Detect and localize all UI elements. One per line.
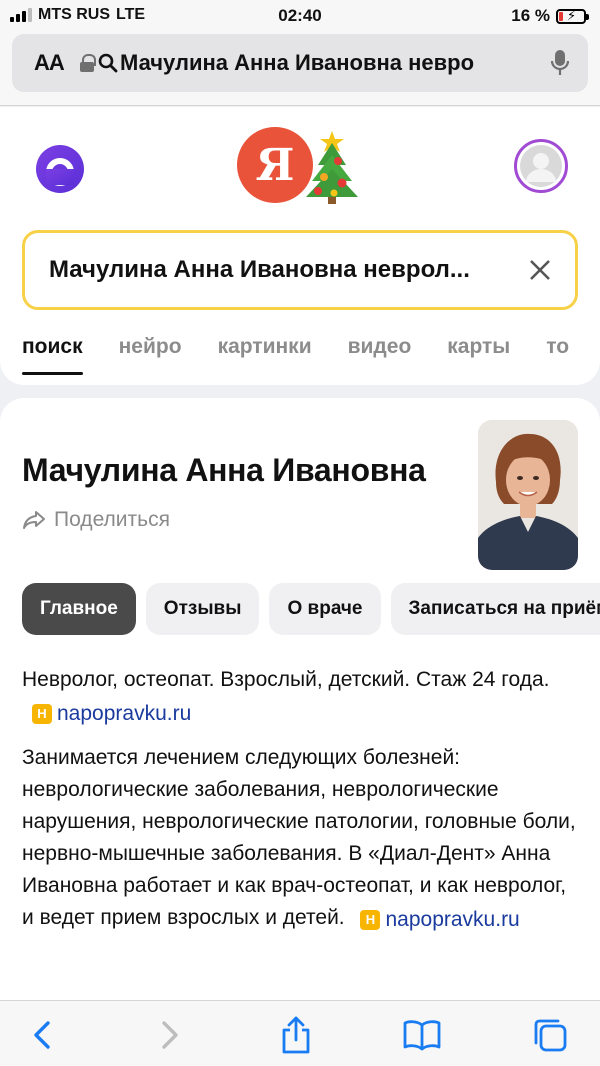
address-bar[interactable]: AA Мачулина Анна Ивановна невро bbox=[12, 34, 588, 92]
tab-maps[interactable]: карты bbox=[447, 335, 510, 375]
clear-search-button[interactable] bbox=[505, 259, 575, 281]
tabs-icon bbox=[534, 1019, 567, 1052]
source-label: napopravku.ru bbox=[57, 702, 192, 725]
share-arrow-icon bbox=[23, 511, 45, 529]
user-avatar[interactable] bbox=[514, 139, 568, 193]
alice-assistant-icon[interactable] bbox=[34, 143, 86, 195]
share-label: Поделиться bbox=[54, 508, 170, 531]
chevron-right-icon bbox=[162, 1021, 178, 1049]
yandex-logo-letter: Я bbox=[255, 139, 295, 191]
back-button[interactable] bbox=[22, 1015, 62, 1055]
source-label: napopravku.ru bbox=[385, 908, 520, 931]
search-icon bbox=[98, 53, 118, 73]
tabs-button[interactable] bbox=[530, 1015, 570, 1055]
source-favicon-icon: H bbox=[360, 910, 381, 930]
tab-search[interactable]: поиск bbox=[22, 335, 83, 375]
search-tabs: поиск нейро картинки видео карты то bbox=[22, 335, 600, 375]
clock: 02:40 bbox=[278, 6, 322, 25]
doctor-portrait-image bbox=[478, 420, 578, 570]
text-size-label: AA bbox=[34, 50, 65, 75]
yandex-header: Я Мачулина Анна Ивановна неврол... поиск bbox=[0, 107, 600, 385]
charging-bolt-icon: ⚡ bbox=[567, 7, 577, 23]
result-tabs: Главное Отзывы О враче Записаться на при… bbox=[22, 583, 600, 635]
doctor-photo[interactable] bbox=[478, 420, 578, 570]
summary-text: Невролог, остеопат. Взрослый, детский. С… bbox=[22, 668, 550, 691]
chip-about-doctor[interactable]: О враче bbox=[269, 583, 381, 635]
tab-more[interactable]: то bbox=[546, 335, 569, 375]
doctor-summary: Невролог, остеопат. Взрослый, детский. С… bbox=[22, 664, 578, 730]
share-icon bbox=[282, 1016, 310, 1054]
browser-toolbar bbox=[0, 1000, 600, 1066]
chip-main[interactable]: Главное bbox=[22, 583, 136, 635]
tab-images[interactable]: картинки bbox=[218, 335, 312, 375]
chip-book-appointment[interactable]: Записаться на приём bbox=[390, 583, 600, 635]
search-input[interactable]: Мачулина Анна Ивановна неврол... bbox=[22, 230, 578, 310]
bookmarks-button[interactable] bbox=[402, 1015, 442, 1055]
book-icon bbox=[403, 1020, 441, 1051]
microphone-button[interactable] bbox=[532, 49, 588, 77]
search-query-text: Мачулина Анна Ивановна неврол... bbox=[49, 256, 470, 283]
text-size-button[interactable]: AA bbox=[12, 50, 80, 76]
source-favicon-icon: H bbox=[32, 704, 52, 724]
chip-reviews[interactable]: Отзывы bbox=[145, 583, 260, 635]
doctor-description: Занимается лечением следующих болезней: … bbox=[22, 742, 578, 936]
status-bar: MTS RUS LTE 02:40 16 % ⚡ bbox=[0, 0, 600, 30]
result-card: Мачулина Анна Ивановна Поделиться Главно… bbox=[0, 398, 600, 1018]
tab-neuro[interactable]: нейро bbox=[119, 335, 182, 375]
battery-percent: 16 % bbox=[511, 6, 550, 25]
share-button[interactable]: Поделиться bbox=[22, 508, 170, 532]
chevron-left-icon bbox=[34, 1021, 50, 1049]
battery-icon: ⚡ bbox=[556, 7, 589, 24]
lock-icon bbox=[80, 54, 96, 72]
source-link[interactable]: H napopravku.ru bbox=[360, 904, 520, 936]
forward-button[interactable] bbox=[150, 1015, 190, 1055]
source-link[interactable]: H napopravku.ru bbox=[32, 698, 191, 730]
result-title[interactable]: Мачулина Анна Ивановна bbox=[22, 452, 426, 489]
christmas-tree-icon bbox=[306, 131, 358, 204]
tab-video[interactable]: видео bbox=[348, 335, 412, 375]
close-icon bbox=[530, 260, 550, 280]
microphone-icon bbox=[551, 50, 569, 75]
battery-level bbox=[559, 11, 564, 21]
browser-address-area: AA Мачулина Анна Ивановна невро bbox=[0, 30, 600, 106]
user-silhouette-icon bbox=[520, 145, 562, 187]
share-page-button[interactable] bbox=[276, 1015, 316, 1055]
description-text: Занимается лечением следующих болезней: … bbox=[22, 746, 576, 929]
address-query-text: Мачулина Анна Ивановна невро bbox=[120, 50, 475, 75]
